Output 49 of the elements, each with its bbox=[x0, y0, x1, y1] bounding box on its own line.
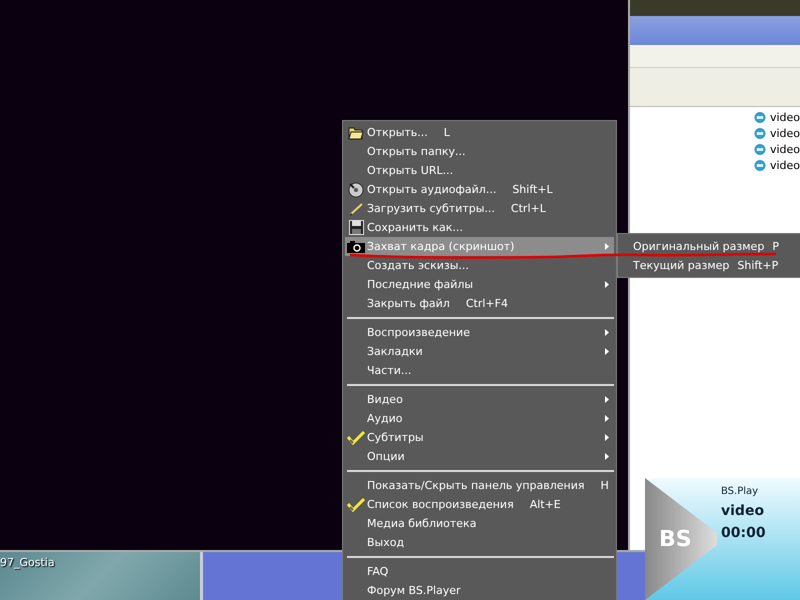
menu-item[interactable]: Закрыть файл Ctrl+F4 bbox=[345, 294, 614, 313]
menu-item[interactable]: Выход bbox=[345, 533, 614, 552]
list-item[interactable]: video bbox=[754, 142, 800, 157]
pen-icon bbox=[348, 200, 364, 216]
shortcut-label: Ctrl+F4 bbox=[466, 297, 508, 310]
shortcut-label: Alt+E bbox=[530, 498, 561, 511]
camera-icon bbox=[347, 240, 365, 252]
media-file-icon bbox=[754, 111, 766, 124]
menu-item[interactable]: Создать эскизы... bbox=[345, 256, 614, 275]
menu-item[interactable]: Загрузить субтитры... Ctrl+L bbox=[345, 199, 614, 218]
menu-item[interactable]: Открыть аудиофайл... Shift+L bbox=[345, 180, 614, 199]
folder-icon bbox=[348, 126, 364, 140]
shortcut-label: Shift+L bbox=[512, 183, 553, 196]
media-file-icon bbox=[754, 127, 766, 140]
menu-item[interactable]: Закладки bbox=[345, 342, 614, 361]
shortcut-label: L bbox=[444, 126, 450, 139]
list-item[interactable]: video bbox=[754, 110, 800, 125]
list-item[interactable]: video bbox=[754, 126, 800, 141]
submenu-item[interactable]: Текущий размер Shift+P bbox=[618, 256, 800, 275]
menu-item[interactable]: Открыть URL... bbox=[345, 161, 614, 180]
shortcut-label: Ctrl+L bbox=[510, 202, 546, 215]
menu-item[interactable]: Форум BS.Player bbox=[345, 581, 614, 600]
floppy-icon bbox=[348, 220, 364, 235]
menu-item[interactable]: Открыть папку... bbox=[345, 142, 614, 161]
menu-item[interactable]: Аудио bbox=[345, 409, 614, 428]
shortcut-label: Shift+P bbox=[737, 259, 778, 272]
file-title: video bbox=[721, 503, 766, 519]
menu-item[interactable]: Воспроизведение bbox=[345, 323, 614, 342]
menu-item[interactable]: Видео bbox=[345, 390, 614, 409]
time-display: 00:00 bbox=[721, 525, 766, 541]
menu-item[interactable]: Опции bbox=[345, 447, 614, 466]
media-file-icon bbox=[754, 143, 766, 156]
player-logo: BS bbox=[645, 478, 717, 600]
menu-item[interactable]: Субтитры bbox=[345, 428, 614, 447]
shortcut-label: P bbox=[772, 240, 779, 253]
player-title: BS.Play bbox=[721, 486, 760, 497]
menu-item[interactable]: Сохранить как... bbox=[345, 218, 614, 237]
menu-item[interactable]: Медиа библиотека bbox=[345, 514, 614, 533]
shortcut-label: H bbox=[600, 479, 609, 492]
menu-item[interactable]: Открыть... L bbox=[345, 123, 614, 142]
menu-item[interactable]: Последние файлы bbox=[345, 275, 614, 294]
submenu-item[interactable]: Оригинальный размер P bbox=[618, 237, 800, 256]
menu-item[interactable]: Список воспроизведения Alt+E bbox=[345, 495, 614, 514]
menu-item[interactable]: FAQ bbox=[345, 562, 614, 581]
menu-item[interactable]: Части... bbox=[345, 361, 614, 380]
menu-item[interactable]: Показать/Скрыть панель управления H bbox=[345, 476, 614, 495]
list-item[interactable]: video bbox=[754, 158, 800, 173]
disc-icon bbox=[348, 182, 364, 198]
media-file-icon bbox=[754, 159, 766, 172]
